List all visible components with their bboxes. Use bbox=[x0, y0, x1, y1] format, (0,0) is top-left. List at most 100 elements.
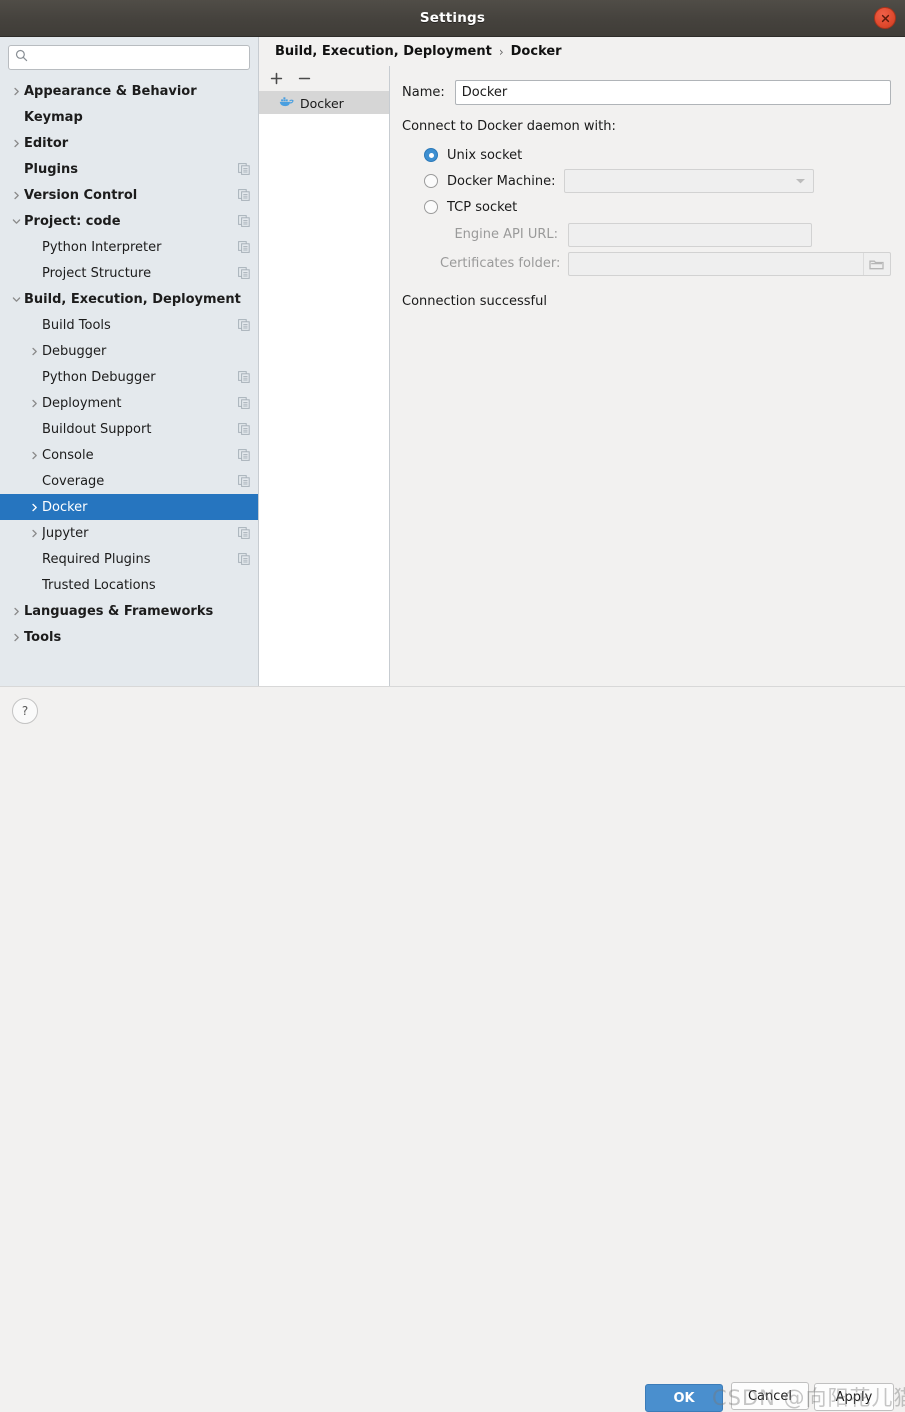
sidebar-item-required-plugins[interactable]: Required Plugins bbox=[0, 546, 258, 572]
sidebar-item-python-debugger[interactable]: Python Debugger bbox=[0, 364, 258, 390]
close-icon[interactable] bbox=[874, 7, 896, 29]
sidebar-item-trusted-locations[interactable]: Trusted Locations bbox=[0, 572, 258, 598]
sidebar-item-build-execution-deployment[interactable]: Build, Execution, Deployment bbox=[0, 286, 258, 312]
certificates-label: Certificates folder: bbox=[440, 256, 558, 271]
config-toolbar bbox=[259, 66, 389, 92]
radio-docker-machine[interactable] bbox=[424, 174, 438, 188]
panes: Docker Name: Connect to Docker daemon wi… bbox=[259, 66, 905, 686]
settings-window: Settings Appearance & bbox=[0, 0, 905, 735]
chevron-right-icon[interactable] bbox=[8, 87, 24, 96]
sidebar-item-label: Docker bbox=[42, 500, 250, 515]
chevron-right-icon[interactable] bbox=[8, 191, 24, 200]
sidebar-item-project-code[interactable]: Project: code bbox=[0, 208, 258, 234]
sidebar-item-docker[interactable]: Docker bbox=[0, 494, 258, 520]
copy-icon bbox=[238, 241, 250, 253]
certificates-input bbox=[568, 252, 891, 276]
sidebar-item-label: Required Plugins bbox=[42, 552, 238, 567]
radio-unix-socket[interactable] bbox=[424, 148, 438, 162]
copy-icon bbox=[238, 371, 250, 383]
sidebar-item-label: Project Structure bbox=[42, 266, 238, 281]
engine-api-row: Engine API URL: bbox=[402, 220, 891, 249]
sidebar-item-debugger[interactable]: Debugger bbox=[0, 338, 258, 364]
copy-icon bbox=[238, 423, 250, 435]
breadcrumb-separator: › bbox=[499, 45, 504, 59]
chevron-right-icon[interactable] bbox=[26, 529, 42, 538]
chevron-down-icon[interactable] bbox=[8, 217, 24, 226]
sidebar-item-languages-frameworks[interactable]: Languages & Frameworks bbox=[0, 598, 258, 624]
sidebar-item-label: Version Control bbox=[24, 188, 238, 203]
engine-api-input bbox=[568, 223, 812, 247]
sidebar-item-python-interpreter[interactable]: Python Interpreter bbox=[0, 234, 258, 260]
search-input[interactable] bbox=[28, 46, 243, 69]
sidebar-item-coverage[interactable]: Coverage bbox=[0, 468, 258, 494]
sidebar-item-plugins[interactable]: Plugins bbox=[0, 156, 258, 182]
sidebar-item-tools[interactable]: Tools bbox=[0, 624, 258, 650]
radio-label-unix-socket[interactable]: Unix socket bbox=[447, 148, 522, 163]
sidebar-item-jupyter[interactable]: Jupyter bbox=[0, 520, 258, 546]
radio-label-tcp-socket[interactable]: TCP socket bbox=[447, 200, 517, 215]
sidebar-item-deployment[interactable]: Deployment bbox=[0, 390, 258, 416]
content-area: Build, Execution, Deployment › Docker bbox=[259, 37, 905, 686]
sidebar-item-label: Tools bbox=[24, 630, 250, 645]
radio-row-tcp-socket[interactable]: TCP socket bbox=[402, 194, 891, 220]
apply-button[interactable]: Apply bbox=[814, 1383, 894, 1411]
sidebar-item-label: Coverage bbox=[42, 474, 238, 489]
chevron-right-icon[interactable] bbox=[26, 347, 42, 356]
sidebar-item-editor[interactable]: Editor bbox=[0, 130, 258, 156]
name-row: Name: bbox=[402, 80, 891, 105]
chevron-right-icon[interactable] bbox=[8, 139, 24, 148]
dialog-footer: ? OK Cancel Apply CSDN @向阳花儿猫 bbox=[0, 686, 905, 735]
name-input[interactable] bbox=[455, 80, 891, 105]
sidebar-item-label: Deployment bbox=[42, 396, 238, 411]
sidebar-item-buildout-support[interactable]: Buildout Support bbox=[0, 416, 258, 442]
title-bar: Settings bbox=[0, 0, 905, 37]
sidebar-item-label: Console bbox=[42, 448, 238, 463]
copy-icon bbox=[238, 553, 250, 565]
window-title: Settings bbox=[420, 10, 485, 26]
add-configuration-button[interactable] bbox=[267, 70, 285, 88]
docker-machine-select bbox=[564, 169, 814, 193]
sidebar-item-version-control[interactable]: Version Control bbox=[0, 182, 258, 208]
help-button[interactable]: ? bbox=[12, 698, 38, 724]
chevron-right-icon[interactable] bbox=[8, 633, 24, 642]
sidebar-item-console[interactable]: Console bbox=[0, 442, 258, 468]
sidebar-item-label: Appearance & Behavior bbox=[24, 84, 250, 99]
copy-icon bbox=[238, 215, 250, 227]
cancel-button[interactable]: Cancel bbox=[731, 1382, 809, 1410]
certificates-row: Certificates folder: bbox=[402, 249, 891, 278]
sidebar-item-project-structure[interactable]: Project Structure bbox=[0, 260, 258, 286]
breadcrumb-current: Docker bbox=[511, 44, 562, 59]
connect-label: Connect to Docker daemon with: bbox=[402, 119, 891, 134]
chevron-right-icon[interactable] bbox=[26, 399, 42, 408]
radio-label-docker-machine[interactable]: Docker Machine: bbox=[447, 174, 555, 189]
docker-config-pane: Docker bbox=[259, 66, 390, 686]
config-list-item[interactable]: Docker bbox=[259, 92, 389, 114]
search-box[interactable] bbox=[8, 45, 250, 70]
sidebar-item-label: Build Tools bbox=[42, 318, 238, 333]
radio-tcp-socket[interactable] bbox=[424, 200, 438, 214]
chevron-right-icon[interactable] bbox=[26, 451, 42, 460]
config-list-item-label: Docker bbox=[300, 96, 344, 111]
chevron-down-icon[interactable] bbox=[8, 295, 24, 304]
sidebar-item-appearance-behavior[interactable]: Appearance & Behavior bbox=[0, 78, 258, 104]
radio-row-unix-socket[interactable]: Unix socket bbox=[402, 142, 891, 168]
sidebar-item-label: Build, Execution, Deployment bbox=[24, 292, 250, 307]
copy-icon bbox=[238, 319, 250, 331]
settings-tree[interactable]: Appearance & Behavior KeymapEditorPlugins… bbox=[0, 76, 258, 686]
connection-status: Connection successful bbox=[402, 294, 891, 309]
copy-icon bbox=[238, 397, 250, 409]
copy-icon bbox=[238, 527, 250, 539]
sidebar-item-label: Languages & Frameworks bbox=[24, 604, 250, 619]
radio-row-docker-machine[interactable]: Docker Machine: bbox=[402, 168, 891, 194]
remove-configuration-button[interactable] bbox=[295, 70, 313, 88]
copy-icon bbox=[238, 267, 250, 279]
breadcrumb-parent[interactable]: Build, Execution, Deployment bbox=[275, 44, 492, 59]
sidebar-item-label: Python Debugger bbox=[42, 370, 238, 385]
chevron-right-icon[interactable] bbox=[8, 607, 24, 616]
ok-button[interactable]: OK bbox=[645, 1384, 723, 1412]
sidebar-item-keymap[interactable]: Keymap bbox=[0, 104, 258, 130]
sidebar-item-label: Debugger bbox=[42, 344, 250, 359]
chevron-right-icon[interactable] bbox=[26, 503, 42, 512]
configuration-list[interactable]: Docker bbox=[259, 92, 389, 686]
sidebar-item-build-tools[interactable]: Build Tools bbox=[0, 312, 258, 338]
